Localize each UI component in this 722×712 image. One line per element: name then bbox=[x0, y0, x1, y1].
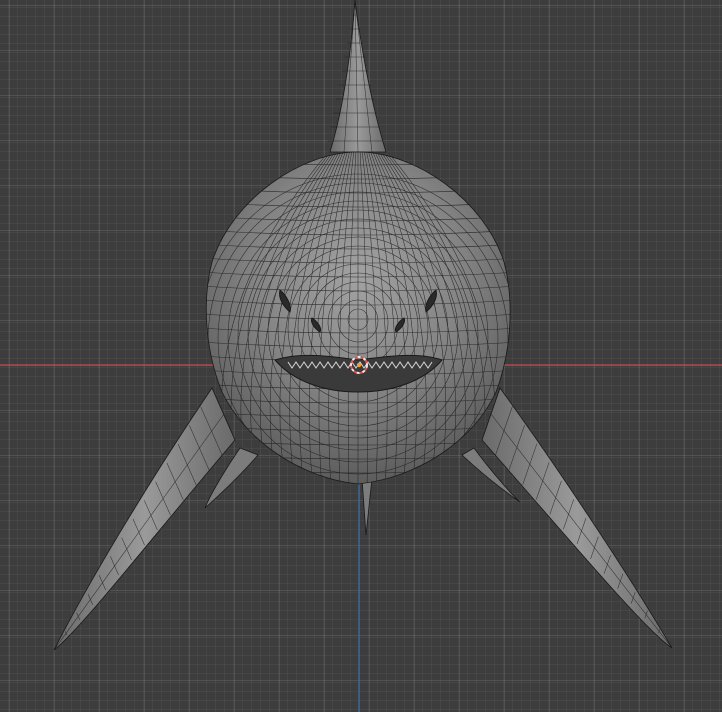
shark-mesh bbox=[53, 0, 673, 651]
right-pectoral-fin bbox=[481, 387, 673, 649]
dorsal-fin bbox=[329, 0, 387, 153]
3d-viewport[interactable] bbox=[0, 0, 722, 712]
left-pectoral-fin bbox=[53, 387, 236, 651]
viewport-canvas bbox=[0, 0, 722, 712]
anal-fin bbox=[361, 477, 373, 536]
